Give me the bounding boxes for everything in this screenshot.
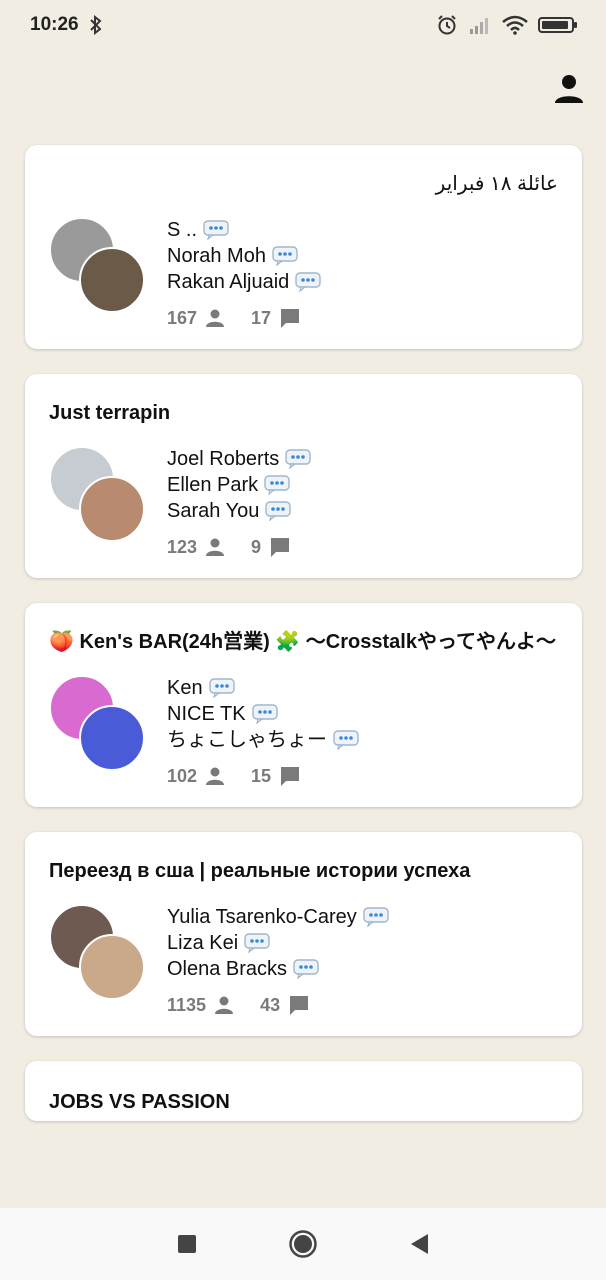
- member-row: ちょこしゃちょー: [167, 727, 359, 753]
- member-name: Rakan Aljuaid: [167, 271, 290, 293]
- avatar-stack: [49, 904, 167, 1000]
- speech-balloon-icon: [272, 246, 298, 266]
- member-row: Ken: [167, 675, 359, 701]
- message-count: 9: [251, 536, 262, 557]
- member-name: S ..: [167, 219, 198, 241]
- avatar-stack: [49, 675, 167, 771]
- member-list: Joel Roberts Ellen Park Sarah You 123 9: [167, 446, 317, 558]
- signal-icon: [470, 18, 488, 34]
- speech-balloon-icon: [251, 704, 278, 724]
- member-name: Olena Bracks: [167, 958, 288, 980]
- members-icon: [206, 309, 225, 327]
- member-name: NICE TK: [167, 703, 246, 725]
- group-card[interactable]: عائلة ١٨ فبراير S .. Norah Moh Rakan Alj…: [25, 145, 582, 349]
- group-title: Just terrapin: [49, 402, 171, 424]
- group-stats: 102 15: [167, 765, 359, 787]
- members-icon: [206, 767, 225, 785]
- avatar: [79, 934, 145, 1000]
- member-row: Ellen Park: [167, 472, 317, 498]
- profile-button[interactable]: [552, 72, 586, 106]
- group-card[interactable]: Just terrapin Joel Roberts Ellen Park Sa…: [25, 374, 582, 578]
- speech-balloon-icon: [363, 907, 389, 927]
- member-count: 1135: [167, 994, 207, 1015]
- alarm-icon: [438, 15, 456, 35]
- member-name: ちょこしゃちょー: [167, 729, 327, 751]
- member-name: Norah Moh: [167, 245, 266, 267]
- system-nav-bar: [0, 1208, 606, 1280]
- group-card[interactable]: 🍑 Ken's BAR(24h営業) 🧩 〜Crosstalkやってやんよ〜 K…: [25, 603, 582, 807]
- messages-icon: [271, 538, 290, 557]
- message-count: 17: [251, 307, 272, 328]
- recents-button[interactable]: [176, 1233, 198, 1255]
- home-button[interactable]: [288, 1229, 318, 1259]
- member-list: Ken NICE TK ちょこしゃちょー 102 15: [167, 675, 359, 787]
- avatar: [79, 476, 145, 542]
- speech-balloon-icon: [208, 678, 235, 698]
- person-icon: [555, 75, 583, 103]
- speech-balloon-icon: [244, 933, 270, 953]
- messages-icon: [281, 309, 300, 328]
- group-card[interactable]: Переезд в сша | реальные истории успеха …: [25, 832, 582, 1036]
- battery-icon: [538, 17, 577, 33]
- member-name: Ken: [167, 677, 203, 699]
- member-list: S .. Norah Moh Rakan Aljuaid 167 17: [167, 217, 327, 329]
- member-row: Olena Bracks: [167, 956, 389, 982]
- member-name: Ellen Park: [167, 474, 259, 496]
- speech-balloon-icon: [203, 220, 229, 240]
- wifi-icon: [502, 15, 528, 35]
- bluetooth-icon: [89, 15, 102, 35]
- member-count: 123: [167, 536, 198, 557]
- member-name: Yulia Tsarenko-Carey: [167, 906, 357, 928]
- group-title: Переезд в сша | реальные истории успеха: [49, 860, 471, 882]
- status-bar: 10:26: [0, 0, 606, 50]
- message-count: 15: [251, 765, 272, 786]
- message-count: 43: [260, 994, 281, 1015]
- speech-balloon-icon: [285, 449, 311, 469]
- speech-balloon-icon: [265, 501, 292, 521]
- member-name: Sarah You: [167, 500, 260, 522]
- member-count: 102: [167, 765, 198, 786]
- speech-balloon-icon: [333, 730, 359, 750]
- status-time: 10:26: [30, 14, 79, 35]
- avatar: [79, 247, 145, 313]
- members-icon: [206, 538, 225, 556]
- member-row: Liza Kei: [167, 930, 389, 956]
- avatar-stack: [49, 446, 167, 542]
- member-name: Liza Kei: [167, 932, 239, 954]
- group-stats: 167 17: [167, 307, 327, 329]
- avatar-stack: [49, 217, 167, 313]
- members-icon: [215, 996, 234, 1014]
- messages-icon: [281, 767, 300, 786]
- member-row: Sarah You: [167, 498, 317, 524]
- member-row: Joel Roberts: [167, 446, 317, 472]
- member-row: NICE TK: [167, 701, 359, 727]
- group-feed: عائلة ١٨ فبراير S .. Norah Moh Rakan Alj…: [25, 145, 582, 1146]
- member-count: 167: [167, 307, 198, 328]
- member-row: Rakan Aljuaid: [167, 269, 327, 295]
- speech-balloon-icon: [295, 272, 322, 292]
- speech-balloon-icon: [264, 475, 290, 495]
- group-title: عائلة ١٨ فبراير: [435, 173, 558, 195]
- member-name: Joel Roberts: [167, 448, 280, 470]
- speech-balloon-icon: [293, 959, 319, 979]
- group-stats: 123 9: [167, 536, 317, 558]
- member-list: Yulia Tsarenko-Carey Liza Kei Olena Brac…: [167, 904, 389, 1016]
- group-title: 🍑 Ken's BAR(24h営業) 🧩 〜Crosstalkやってやんよ〜: [49, 631, 556, 653]
- member-row: Yulia Tsarenko-Carey: [167, 904, 389, 930]
- member-row: S ..: [167, 217, 327, 243]
- group-title: JOBS VS PASSION: [49, 1091, 230, 1113]
- group-card-partial[interactable]: JOBS VS PASSION: [25, 1061, 582, 1121]
- back-button[interactable]: [408, 1232, 430, 1256]
- group-stats: 1135 43: [167, 994, 389, 1016]
- member-row: Norah Moh: [167, 243, 327, 269]
- messages-icon: [290, 996, 309, 1015]
- avatar: [79, 705, 145, 771]
